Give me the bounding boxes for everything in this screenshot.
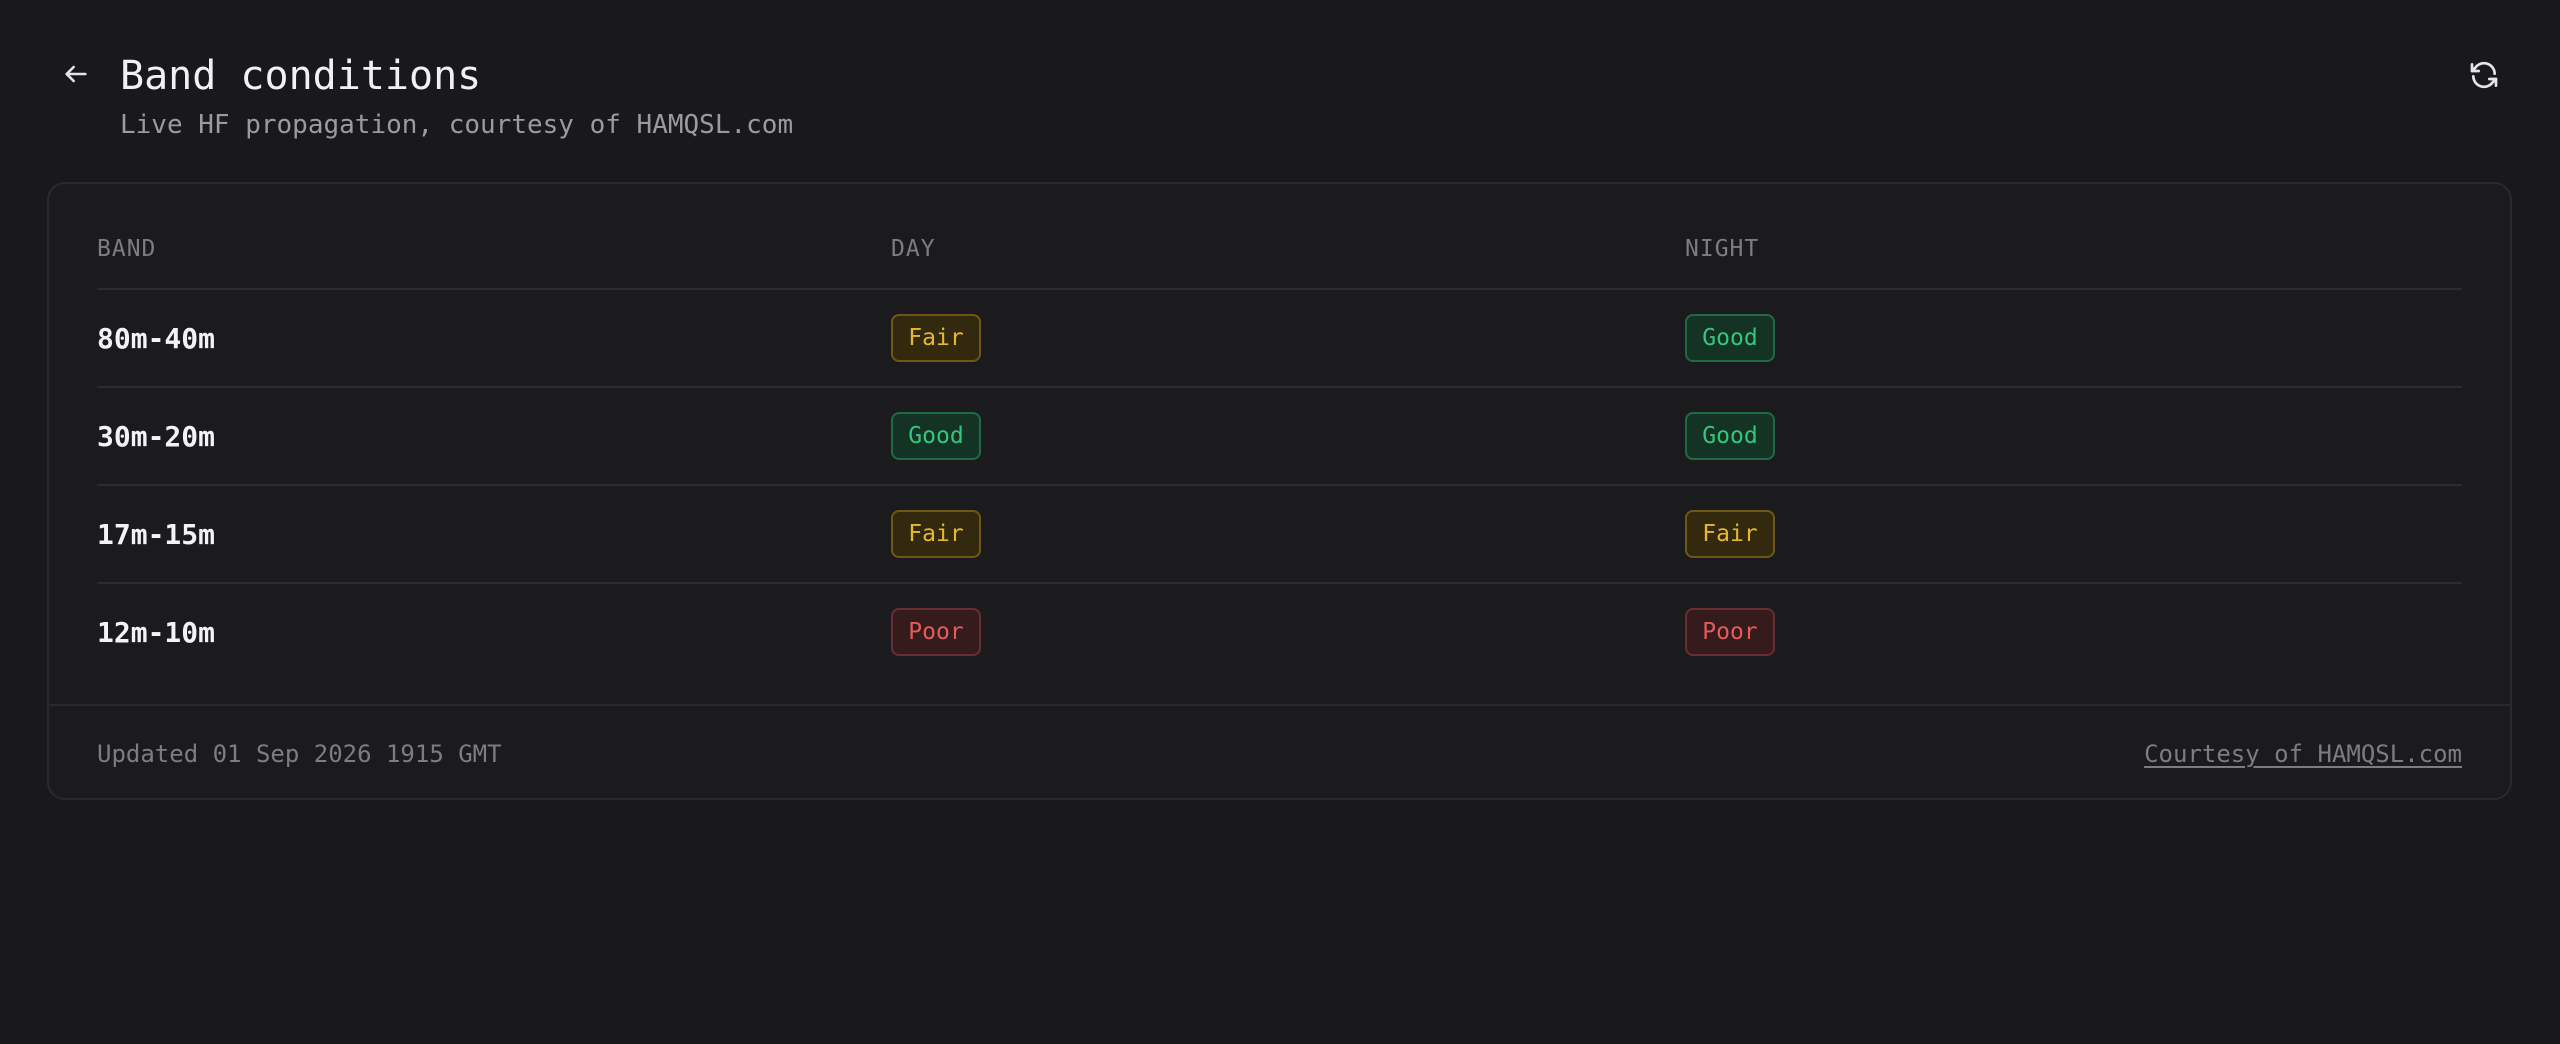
column-header-band: BAND [97, 236, 157, 262]
column-header-day: DAY [891, 236, 936, 262]
night-status-badge: Good [1685, 314, 1775, 362]
table-row: 12m-10m Poor Poor [97, 584, 2462, 680]
refresh-button[interactable] [2463, 56, 2505, 98]
page-title: Band conditions [120, 53, 482, 99]
night-status-badge: Good [1685, 412, 1775, 460]
day-status-badge: Good [891, 412, 981, 460]
page-subtitle: Live HF propagation, courtesy of HAMQSL.… [120, 110, 794, 140]
day-status-badge: Poor [891, 608, 981, 656]
band-name: 80m-40m [97, 321, 216, 355]
table-row: 80m-40m Fair Good [97, 290, 2462, 388]
day-status-badge: Fair [891, 510, 981, 558]
updated-timestamp: Updated 01 Sep 2026 1915 GMT [97, 740, 502, 768]
arrow-left-icon [62, 60, 90, 92]
back-button[interactable] [56, 56, 96, 96]
night-status-badge: Poor [1685, 608, 1775, 656]
card-footer: Updated 01 Sep 2026 1915 GMT Courtesy of… [49, 704, 2510, 802]
day-status-badge: Fair [891, 314, 981, 362]
table-row: 30m-20m Good Good [97, 388, 2462, 486]
column-header-night: NIGHT [1685, 236, 1760, 262]
table-row: 17m-15m Fair Fair [97, 486, 2462, 584]
courtesy-link[interactable]: Courtesy of HAMQSL.com [2144, 706, 2462, 802]
refresh-icon [2468, 59, 2500, 95]
night-status-badge: Fair [1685, 510, 1775, 558]
band-conditions-card: BAND DAY NIGHT 80m-40m Fair Good 30m-20m… [47, 182, 2512, 800]
band-name: 17m-15m [97, 517, 216, 551]
band-name: 12m-10m [97, 615, 216, 649]
band-name: 30m-20m [97, 419, 216, 453]
table-header: BAND DAY NIGHT [97, 232, 2462, 290]
